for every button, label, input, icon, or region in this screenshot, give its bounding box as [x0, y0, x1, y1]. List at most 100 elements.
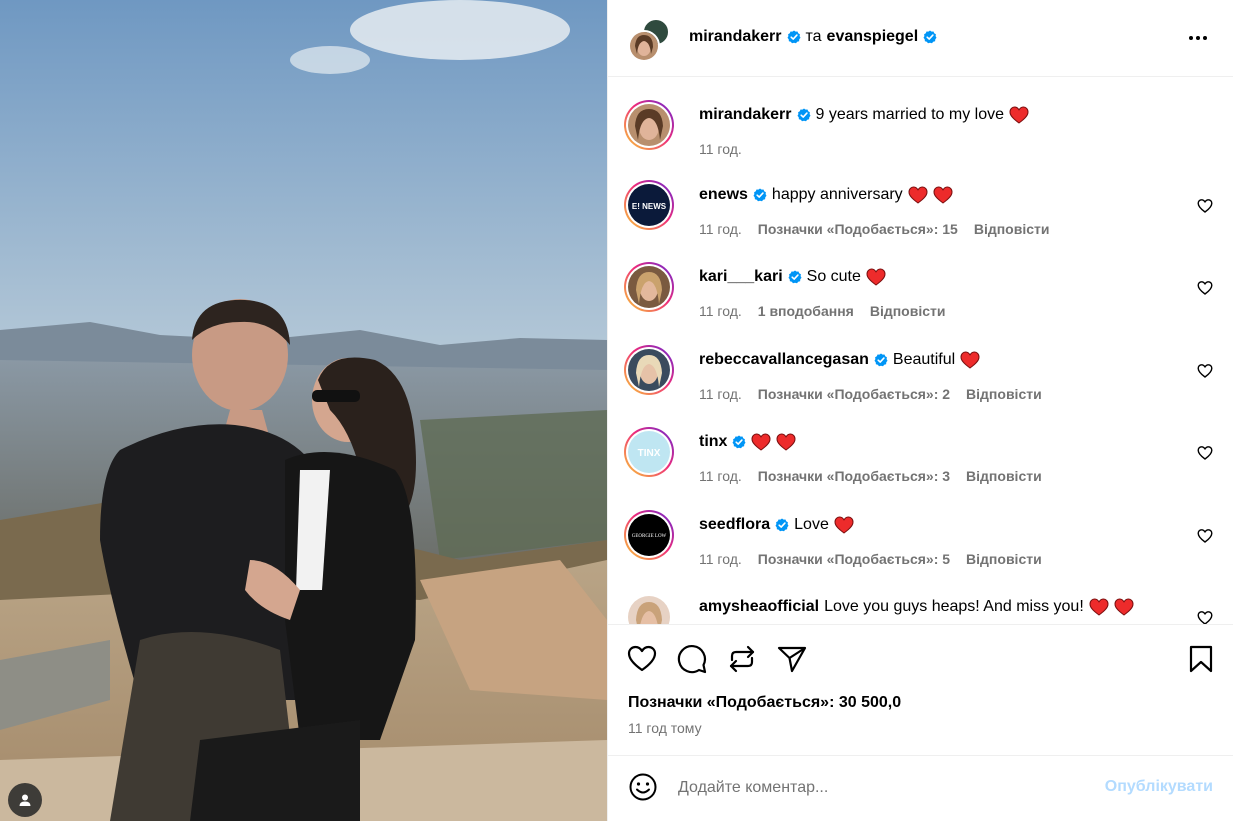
comment-bubble-icon — [677, 645, 707, 674]
avatar — [628, 30, 660, 62]
reply-button[interactable]: Відповісти — [966, 468, 1042, 484]
comment-username[interactable]: rebeccavallancegasan — [699, 351, 869, 369]
reply-button[interactable]: Відповісти — [966, 551, 1042, 567]
comment-likes[interactable]: Позначки «Подобається»: 5 — [758, 551, 950, 567]
like-button[interactable] — [626, 643, 658, 675]
repost-icon — [729, 645, 755, 673]
svg-text:GEORGIE LOW: GEORGIE LOW — [632, 534, 667, 539]
comment-likes[interactable]: 1 вподобання — [758, 303, 854, 319]
comment-like-icon[interactable] — [1197, 445, 1213, 461]
publish-button[interactable]: Опублікувати — [1105, 778, 1213, 796]
reply-button[interactable]: Відповісти — [974, 221, 1050, 237]
likes-count[interactable]: Позначки «Подобається»: 30 500,0 — [628, 694, 901, 712]
comment-likes[interactable]: Позначки «Подобається»: 15 — [758, 221, 958, 237]
verified-badge-icon — [753, 188, 767, 202]
comment-text: happy anniversary — [771, 186, 903, 203]
comment-row: TINX tinx 11 год. Позначки «Подобається»: 3… — [624, 427, 1217, 489]
comment-row: E! NEWS enews happy anniversary 11 год. Позн… — [624, 180, 1217, 242]
avatar[interactable] — [624, 345, 674, 395]
red-heart-icon — [1009, 106, 1029, 124]
post-header: mirandakerr та evanspiegel — [608, 0, 1233, 77]
authors-conjunction: та — [805, 28, 822, 45]
post-photo — [0, 0, 607, 821]
comment-time[interactable]: 11 год. — [699, 468, 742, 484]
post-actions — [608, 624, 1233, 694]
verified-badge-icon — [797, 108, 810, 122]
comment-text: Love — [794, 516, 829, 533]
comment-text: Beautiful — [892, 351, 956, 368]
avatar[interactable] — [624, 262, 674, 312]
red-heart-icon — [866, 268, 886, 286]
verified-badge-icon — [874, 353, 888, 367]
comment-time[interactable]: 11 год. — [699, 551, 742, 567]
emoji-icon[interactable] — [628, 772, 658, 802]
reply-button[interactable]: Відповісти — [870, 303, 946, 319]
comment-button[interactable] — [676, 643, 708, 675]
share-button[interactable] — [776, 643, 808, 675]
comment-username[interactable]: mirandakerr — [699, 106, 792, 124]
comment-username[interactable]: enews — [699, 186, 748, 204]
comment-username[interactable]: amysheaofficial — [699, 598, 819, 616]
red-heart-icon — [960, 351, 980, 369]
comment-row: GEORGIE LOW seedflora Love 11 год. Позначки … — [624, 510, 1217, 572]
comment-like-icon[interactable] — [1197, 198, 1213, 214]
comment-row: amysheaofficial Love you guys heaps! And … — [624, 592, 1217, 624]
collaborator-username[interactable]: evanspiegel — [827, 28, 919, 46]
comment-likes[interactable]: Позначки «Подобається»: 3 — [758, 468, 950, 484]
red-heart-icon — [834, 516, 854, 534]
red-heart-icon — [1089, 598, 1109, 616]
comment-time[interactable]: 11 год. — [699, 303, 742, 319]
post-caption: mirandakerr 9 years married to my love 1… — [624, 100, 1217, 160]
post-dialog: mirandakerr та evanspiegel mirandakerr 9… — [0, 0, 1233, 821]
add-comment-bar: Опублікувати — [608, 755, 1233, 821]
comment-row: rebeccavallancegasan Beautiful 11 год. Позн… — [624, 345, 1217, 407]
avatar[interactable]: GEORGIE LOW — [624, 510, 674, 560]
verified-badge-icon — [788, 270, 802, 284]
reply-button[interactable]: Відповісти — [966, 386, 1042, 402]
comment-like-icon[interactable] — [1197, 528, 1213, 544]
comments-list[interactable]: mirandakerr 9 years married to my love 1… — [608, 78, 1233, 624]
heart-outline-icon — [627, 645, 657, 672]
avatar[interactable]: E! NEWS — [624, 180, 674, 230]
comment-username[interactable]: kari___kari — [699, 268, 783, 286]
paper-plane-icon — [777, 646, 807, 673]
more-options-button[interactable] — [1185, 26, 1211, 50]
red-heart-icon — [751, 433, 771, 451]
avatar[interactable] — [624, 592, 674, 624]
comment-username[interactable]: seedflora — [699, 516, 770, 534]
tagged-users-button[interactable] — [8, 783, 42, 817]
author-username[interactable]: mirandakerr — [689, 28, 782, 46]
red-heart-icon — [1114, 598, 1134, 616]
verified-badge-icon — [775, 518, 789, 532]
collab-avatars[interactable] — [628, 18, 674, 62]
comment-text: Love you guys heaps! And miss you! — [824, 598, 1084, 615]
comment-input[interactable] — [678, 776, 1078, 800]
verified-badge-icon — [787, 30, 800, 44]
comment-text: So cute — [806, 268, 861, 285]
comment-username[interactable]: tinx — [699, 433, 727, 451]
avatar[interactable]: TINX — [624, 427, 674, 477]
comment-time[interactable]: 11 год. — [699, 386, 742, 402]
repost-button[interactable] — [726, 643, 758, 675]
bookmark-icon — [1189, 645, 1213, 673]
comment-time[interactable]: 11 год. — [699, 221, 742, 237]
more-dots-icon — [1189, 36, 1193, 40]
caption-text: 9 years married to my love — [815, 106, 1005, 123]
avatar[interactable] — [624, 100, 674, 150]
comment-likes[interactable]: Позначки «Подобається»: 2 — [758, 386, 950, 402]
verified-badge-icon — [732, 435, 746, 449]
post-time[interactable]: 11 год тому — [628, 720, 702, 736]
comment-like-icon[interactable] — [1197, 363, 1213, 379]
comment-like-icon[interactable] — [1197, 610, 1213, 624]
person-icon — [19, 794, 31, 806]
comment-like-icon[interactable] — [1197, 280, 1213, 296]
verified-badge-icon — [923, 30, 937, 44]
comment-time[interactable]: 11 год. — [699, 141, 742, 157]
post-image — [0, 0, 607, 821]
red-heart-icon — [933, 186, 953, 204]
save-button[interactable] — [1185, 643, 1217, 675]
post-details-panel: mirandakerr та evanspiegel mirandakerr 9… — [607, 0, 1233, 821]
red-heart-icon — [908, 186, 928, 204]
post-authors: mirandakerr та evanspiegel — [689, 28, 937, 46]
svg-text:TINX: TINX — [638, 448, 661, 459]
